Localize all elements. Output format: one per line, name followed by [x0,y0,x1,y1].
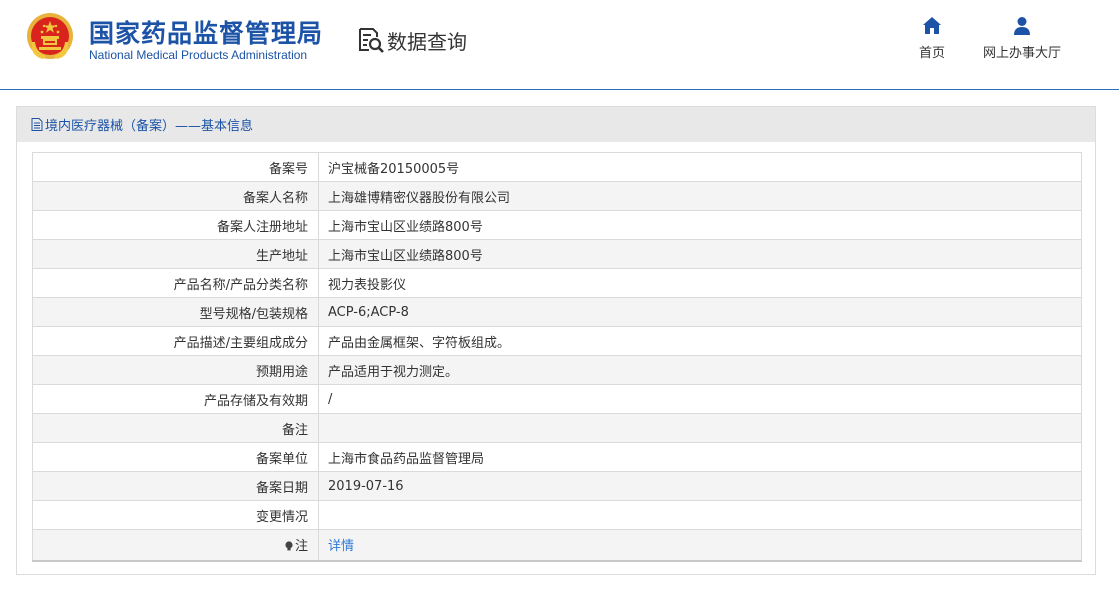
lightbulb-icon [285,541,293,551]
field-value: 产品适用于视力测定。 [318,355,1082,385]
table-row: 产品描述/主要组成成分 产品由金属框架、字符板组成。 [32,326,1082,356]
nav-online-hall[interactable]: 网上办事大厅 [978,16,1066,61]
note-label: 注 [294,539,308,555]
brand-name-en: National Medical Products Administration [89,48,308,62]
field-label: 备案人注册地址 [32,210,319,240]
table-row: 变更情况 [32,500,1082,530]
field-value: 上海市宝山区业绩路800号 [318,239,1082,269]
field-value: 上海市宝山区业绩路800号 [318,210,1082,240]
field-value: ACP-6;ACP-8 [318,297,1082,327]
field-value: 上海市食品药品监督管理局 [318,442,1082,472]
note-label-cell: 注 [32,529,319,562]
national-emblem-icon [27,13,73,59]
document-search-icon [359,28,384,53]
site-header: 国家药品监督管理局 National Medical Products Admi… [0,0,1119,90]
field-value: 产品由金属框架、字符板组成。 [318,326,1082,356]
details-link[interactable]: 详情 [328,539,354,554]
record-panel: 境内医疗器械（备案）——基本信息 备案号 沪宝械备20150005号 备案人名称… [16,106,1096,575]
note-row: 注 详情 [32,529,1082,562]
nav-home-label: 首页 [918,46,945,61]
panel-header: 境内医疗器械（备案）——基本信息 [17,107,1095,142]
table-row: 备案日期 2019-07-16 [32,471,1082,501]
table-row: 备案人名称 上海雄博精密仪器股份有限公司 [32,181,1082,211]
field-value: 沪宝械备20150005号 [318,152,1082,182]
field-label: 备案日期 [32,471,319,501]
user-icon [1014,17,1030,35]
field-label: 预期用途 [32,355,319,385]
table-row: 产品名称/产品分类名称 视力表投影仪 [32,268,1082,298]
data-query-label: 数据查询 [387,29,467,54]
table-row: 备案单位 上海市食品药品监督管理局 [32,442,1082,472]
table-row: 产品存储及有效期 / [32,384,1082,414]
table-row: 备注 [32,413,1082,443]
brand-name-cn: 国家药品监督管理局 [89,19,324,48]
field-label: 产品名称/产品分类名称 [32,268,319,298]
field-label: 产品存储及有效期 [32,384,319,414]
field-label: 产品描述/主要组成成分 [32,326,319,356]
record-info-table: 备案号 沪宝械备20150005号 备案人名称 上海雄博精密仪器股份有限公司 备… [32,152,1082,562]
home-icon [923,17,941,34]
field-label: 备案人名称 [32,181,319,211]
panel-title: 境内医疗器械（备案）——基本信息 [45,119,254,134]
field-value: 上海雄博精密仪器股份有限公司 [318,181,1082,211]
table-row: 预期用途 产品适用于视力测定。 [32,355,1082,385]
field-label: 备案单位 [32,442,319,472]
field-label: 型号规格/包装规格 [32,297,319,327]
table-row: 备案号 沪宝械备20150005号 [32,152,1082,182]
field-value: 视力表投影仪 [318,268,1082,298]
field-value [318,413,1082,443]
field-label: 生产地址 [32,239,319,269]
nav-home[interactable]: 首页 [914,16,950,61]
table-row: 生产地址 上海市宝山区业绩路800号 [32,239,1082,269]
field-value [318,500,1082,530]
field-label: 备案号 [32,152,319,182]
nav-online-hall-label: 网上办事大厅 [982,46,1061,61]
table-row: 备案人注册地址 上海市宝山区业绩路800号 [32,210,1082,240]
note-value-cell: 详情 [318,529,1082,562]
field-label: 备注 [32,413,319,443]
table-row: 型号规格/包装规格 ACP-6;ACP-8 [32,297,1082,327]
field-value: 2019-07-16 [318,471,1082,501]
field-label: 变更情况 [32,500,319,530]
data-query-title: 数据查询 [357,25,467,55]
field-value: / [318,384,1082,414]
document-icon [31,118,43,131]
